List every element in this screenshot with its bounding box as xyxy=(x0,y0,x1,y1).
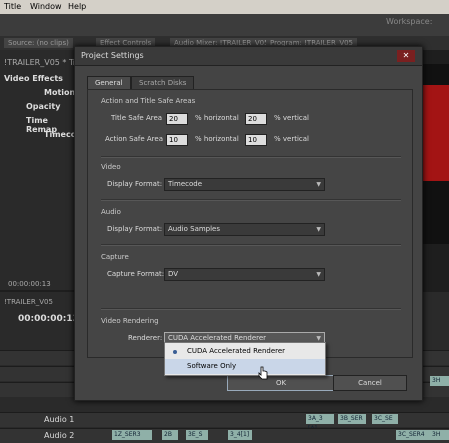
effect-controls-panel: !TRAILER_V05 * Tr Video Effects Motion O… xyxy=(0,50,87,290)
safe-areas-heading: Action and Title Safe Areas xyxy=(101,97,196,105)
video-heading: Video xyxy=(101,163,121,171)
hand-cursor-icon xyxy=(258,366,268,380)
close-button[interactable]: ✕ xyxy=(397,50,415,62)
title-safe-label: Title Safe Area xyxy=(111,114,163,122)
title-safe-vertical-input[interactable]: 20 xyxy=(245,113,267,125)
tab-general[interactable]: General xyxy=(87,76,131,90)
renderer-label: Renderer: xyxy=(128,334,163,342)
title-safe-horizontal-input[interactable]: 20 xyxy=(166,113,188,125)
renderer-options-menu: CUDA Accelerated Renderer Software Only xyxy=(164,342,326,376)
option-label: Software Only xyxy=(187,362,237,370)
chevron-down-icon: ▼ xyxy=(316,181,321,188)
cancel-button[interactable]: Cancel xyxy=(333,375,407,391)
pct-horizontal-label: % horizontal xyxy=(195,114,239,122)
clip[interactable]: 1Z_SER3 xyxy=(112,430,152,440)
clip[interactable]: 3E_S xyxy=(186,430,208,440)
sequence-title: !TRAILER_V05 * Tr xyxy=(4,58,76,67)
capture-heading: Capture xyxy=(101,253,129,261)
capture-format-value: DV xyxy=(168,270,179,278)
pct-vertical-label: % vertical xyxy=(274,114,309,122)
tab-scratch-disks[interactable]: Scratch Disks xyxy=(131,76,195,90)
audio-track-2-label: Audio 2 xyxy=(44,431,75,440)
audio-display-format-label: Display Format: xyxy=(107,225,163,233)
chevron-down-icon: ▼ xyxy=(316,271,321,278)
menu-help[interactable]: Help xyxy=(68,2,86,11)
pct-vertical-label: % vertical xyxy=(274,135,309,143)
action-safe-vertical-input[interactable]: 10 xyxy=(245,134,267,146)
action-safe-label: Action Safe Area xyxy=(105,135,163,143)
video-rendering-heading: Video Rendering xyxy=(101,317,159,325)
clip[interactable]: 3B_SER xyxy=(338,414,366,424)
chevron-down-icon: ▼ xyxy=(316,226,321,233)
divider xyxy=(101,199,401,201)
clip[interactable]: 3H xyxy=(430,376,449,386)
pct-horizontal-label: % horizontal xyxy=(195,135,239,143)
menu-bar: Title Window Help xyxy=(0,0,449,14)
preview-frame xyxy=(420,85,449,181)
clip[interactable]: 3C_SER4 xyxy=(396,430,430,440)
audio-track-1: Audio 1 3A_3 [A] 3B_SER 3C_SE xyxy=(0,412,449,432)
effect-opacity[interactable]: Opacity xyxy=(26,102,60,111)
audio-display-format-dropdown[interactable]: Audio Samples ▼ xyxy=(164,223,325,236)
dialog-title-bar[interactable]: Project Settings ✕ xyxy=(75,47,422,66)
effect-timecode-readout: 00:00:00:13 xyxy=(8,280,51,288)
video-effects-heading: Video Effects xyxy=(4,74,63,83)
effect-motion[interactable]: Motion xyxy=(44,88,75,97)
audio-display-format-value: Audio Samples xyxy=(168,225,221,233)
selected-dot-icon xyxy=(173,350,177,354)
menu-title[interactable]: Title xyxy=(4,2,21,11)
audio-track-1-label: Audio 1 xyxy=(44,415,75,424)
action-safe-horizontal-input[interactable]: 10 xyxy=(166,134,188,146)
divider xyxy=(101,156,401,158)
video-display-format-value: Timecode xyxy=(168,180,203,188)
renderer-value: CUDA Accelerated Renderer xyxy=(168,334,267,342)
timeline-tab[interactable]: !TRAILER_V05 xyxy=(4,298,53,306)
divider xyxy=(101,244,401,246)
clip[interactable]: 3H xyxy=(430,430,449,440)
audio-heading: Audio xyxy=(101,208,121,216)
clip[interactable]: 3_4[1] xyxy=(228,430,252,440)
timeline-timecode[interactable]: 00:00:00:13 xyxy=(18,314,79,324)
video-display-format-label: Display Format: xyxy=(107,180,163,188)
divider xyxy=(101,308,401,310)
option-label: CUDA Accelerated Renderer xyxy=(187,347,286,355)
tab-source[interactable]: Source: (no clips) xyxy=(4,38,73,48)
menu-window[interactable]: Window xyxy=(30,2,62,11)
clip[interactable]: 3A_3 [A] xyxy=(306,414,334,432)
dialog-title: Project Settings xyxy=(81,51,144,60)
capture-format-dropdown[interactable]: DV ▼ xyxy=(164,268,325,281)
workspace-label: Workspace: xyxy=(386,17,433,26)
option-cuda-renderer[interactable]: CUDA Accelerated Renderer xyxy=(165,344,325,359)
clip[interactable]: 2B xyxy=(162,430,178,440)
ok-button[interactable]: OK xyxy=(227,375,335,391)
video-display-format-dropdown[interactable]: Timecode ▼ xyxy=(164,178,325,191)
capture-format-label: Capture Format: xyxy=(107,270,165,278)
clip[interactable]: 3C_SE xyxy=(372,414,398,424)
option-software-only[interactable]: Software Only xyxy=(165,359,325,374)
app-toolbar xyxy=(0,14,449,36)
